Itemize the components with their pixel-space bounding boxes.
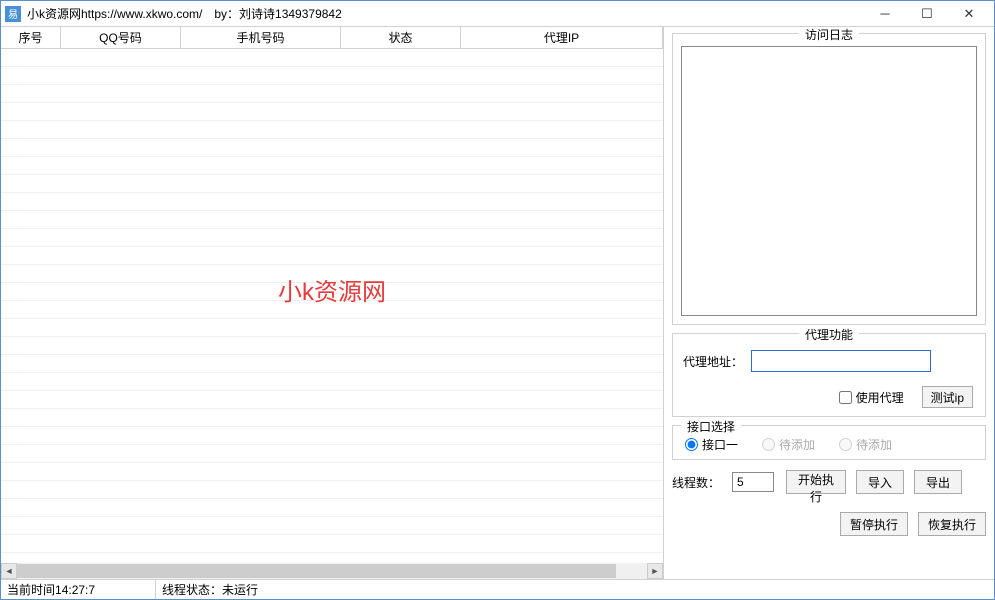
log-title: 访问日志 <box>799 27 859 43</box>
api-group: 接口选择 接口一 待添加 待添加 <box>672 425 986 460</box>
api-option-1[interactable]: 接口一 <box>685 436 738 453</box>
app-icon: 易 <box>5 6 21 22</box>
pause-button[interactable]: 暂停执行 <box>840 512 908 536</box>
close-button[interactable]: ✕ <box>948 2 990 26</box>
col-status[interactable]: 状态 <box>341 27 461 49</box>
proxy-group: 代理功能 代理地址： 使用代理 测试ip <box>672 333 986 417</box>
control-row-2: 暂停执行 恢复执行 <box>672 512 986 536</box>
test-ip-button[interactable]: 测试ip <box>922 386 973 408</box>
threads-input[interactable] <box>732 472 774 492</box>
export-button[interactable]: 导出 <box>914 470 962 494</box>
threads-label: 线程数： <box>672 474 720 491</box>
start-button[interactable]: 开始执行 <box>786 470 846 494</box>
status-run: 线程状态：未运行 <box>156 580 994 599</box>
table-header: 序号 QQ号码 手机号码 状态 代理IP <box>1 27 663 49</box>
api-radio-1[interactable] <box>685 438 698 451</box>
api-option-3: 待添加 <box>839 436 892 453</box>
proxy-addr-label: 代理地址： <box>681 353 743 370</box>
api-option-2: 待添加 <box>762 436 815 453</box>
api-title: 接口选择 <box>681 418 741 435</box>
scroll-track[interactable] <box>17 563 647 579</box>
api-radio-3 <box>839 438 852 451</box>
col-proxyip[interactable]: 代理IP <box>461 27 663 49</box>
control-row: 线程数： 开始执行 导入 导出 <box>672 470 986 494</box>
col-qq[interactable]: QQ号码 <box>61 27 181 49</box>
status-bar: 当前时间14:27:7 线程状态：未运行 <box>1 579 994 599</box>
log-textarea[interactable] <box>681 46 977 316</box>
use-proxy-input[interactable] <box>839 391 852 404</box>
col-index[interactable]: 序号 <box>1 27 61 49</box>
proxy-title: 代理功能 <box>799 326 859 343</box>
proxy-addr-input[interactable] <box>751 350 931 372</box>
use-proxy-label: 使用代理 <box>856 389 904 406</box>
scroll-right-icon[interactable]: ► <box>647 563 663 579</box>
window-controls: ─ ☐ ✕ <box>864 2 990 26</box>
main-body: 序号 QQ号码 手机号码 状态 代理IP 小k资源网 ◄ <box>1 27 994 579</box>
left-panel: 序号 QQ号码 手机号码 状态 代理IP 小k资源网 ◄ <box>1 27 664 579</box>
scroll-thumb[interactable] <box>17 564 616 578</box>
app-window: 易 小k资源网https://www.xkwo.com/ by：刘诗诗13493… <box>0 0 995 600</box>
col-phone[interactable]: 手机号码 <box>181 27 341 49</box>
data-table: 序号 QQ号码 手机号码 状态 代理IP 小k资源网 ◄ <box>1 27 663 579</box>
minimize-button[interactable]: ─ <box>864 2 906 26</box>
maximize-button[interactable]: ☐ <box>906 2 948 26</box>
import-button[interactable]: 导入 <box>856 470 904 494</box>
window-title: 小k资源网https://www.xkwo.com/ by：刘诗诗1349379… <box>27 5 864 22</box>
api-radio-2 <box>762 438 775 451</box>
use-proxy-checkbox[interactable]: 使用代理 <box>839 389 904 406</box>
log-group: 访问日志 <box>672 33 986 325</box>
horizontal-scrollbar[interactable]: ◄ ► <box>1 563 663 579</box>
right-panel: 访问日志 代理功能 代理地址： 使用代理 测试ip 接口选择 <box>664 27 994 579</box>
table-body[interactable] <box>1 49 663 563</box>
titlebar: 易 小k资源网https://www.xkwo.com/ by：刘诗诗13493… <box>1 1 994 27</box>
resume-button[interactable]: 恢复执行 <box>918 512 986 536</box>
scroll-left-icon[interactable]: ◄ <box>1 563 17 579</box>
status-time: 当前时间14:27:7 <box>1 580 156 599</box>
